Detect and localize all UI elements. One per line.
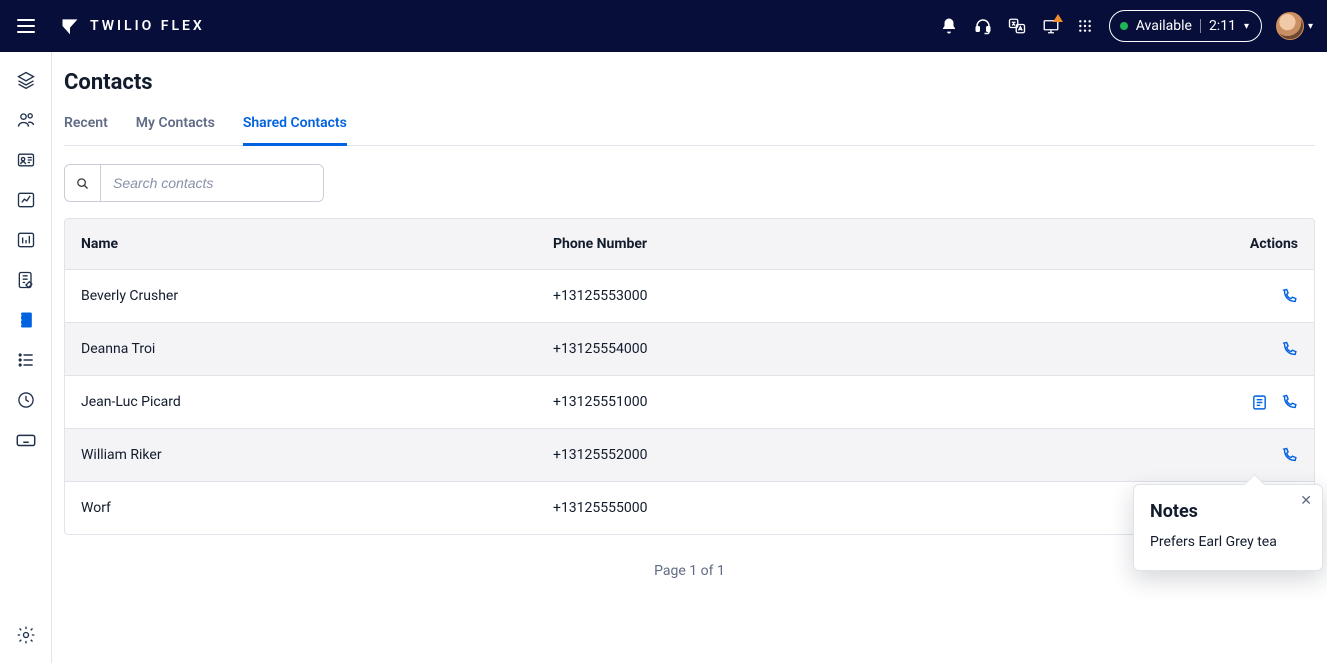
table-row: Worf +13125555000 (65, 481, 1314, 534)
table-row: Beverly Crusher +13125553000 (65, 269, 1314, 322)
translate-icon[interactable] (1007, 16, 1027, 36)
sidebar (0, 52, 52, 663)
user-menu[interactable]: ▾ (1276, 12, 1313, 40)
sidebar-item-keyboard[interactable] (12, 426, 40, 454)
sidebar-item-list[interactable] (12, 346, 40, 374)
column-header-actions: Actions (1178, 236, 1298, 252)
monitor-alert-icon[interactable] (1041, 16, 1061, 36)
topbar: TWILIO FLEX Available 2:11 ▾ ▾ (0, 0, 1327, 52)
table-row: Jean-Luc Picard +13125551000 (65, 375, 1314, 428)
chevron-down-icon: ▾ (1308, 21, 1313, 32)
tabs: Recent My Contacts Shared Contacts (64, 115, 1315, 146)
sidebar-item-layers[interactable] (12, 66, 40, 94)
tab-my-contacts[interactable]: My Contacts (136, 115, 215, 145)
cell-name: Worf (81, 500, 553, 516)
status-label: Available (1136, 18, 1192, 34)
status-timer: 2:11 (1209, 18, 1236, 34)
sidebar-item-history[interactable] (12, 386, 40, 414)
call-button[interactable] (1280, 287, 1298, 305)
popover-title: Notes (1150, 501, 1306, 522)
sidebar-item-contacts[interactable] (12, 306, 40, 334)
brand-logo: TWILIO FLEX (60, 16, 205, 36)
twilio-flex-icon (60, 16, 80, 36)
cell-phone: +13125553000 (553, 288, 1178, 304)
cell-name: William Riker (81, 447, 553, 463)
sidebar-item-reports[interactable] (12, 226, 40, 254)
search-input[interactable] (101, 165, 323, 201)
column-header-phone: Phone Number (553, 236, 1178, 252)
close-icon[interactable]: ✕ (1300, 493, 1312, 509)
tab-recent[interactable]: Recent (64, 115, 108, 145)
apps-grid-icon[interactable] (1075, 16, 1095, 36)
search-box (64, 164, 324, 202)
cell-phone: +13125552000 (553, 447, 1178, 463)
main-content: Contacts Recent My Contacts Shared Conta… (52, 52, 1327, 663)
sidebar-item-analytics[interactable] (12, 186, 40, 214)
cell-phone: +13125554000 (553, 341, 1178, 357)
sidebar-item-id-card[interactable] (12, 146, 40, 174)
status-dot-icon (1120, 22, 1128, 30)
cell-name: Beverly Crusher (81, 288, 553, 304)
popover-body: Prefers Earl Grey tea (1150, 534, 1306, 550)
contacts-table: Name Phone Number Actions Beverly Crushe… (64, 218, 1315, 535)
call-button[interactable] (1280, 446, 1298, 464)
sidebar-item-settings[interactable] (12, 621, 40, 649)
agent-status-selector[interactable]: Available 2:11 ▾ (1109, 10, 1262, 42)
table-header: Name Phone Number Actions (65, 219, 1314, 269)
tab-shared-contacts[interactable]: Shared Contacts (243, 115, 347, 146)
alert-badge-icon (1053, 14, 1063, 22)
notes-popover: ✕ Notes Prefers Earl Grey tea (1133, 484, 1323, 571)
menu-toggle[interactable] (14, 14, 38, 38)
headset-icon[interactable] (973, 16, 993, 36)
bell-icon[interactable] (939, 16, 959, 36)
sidebar-item-agents[interactable] (12, 106, 40, 134)
call-button[interactable] (1280, 340, 1298, 358)
cell-name: Jean-Luc Picard (81, 394, 553, 410)
cell-name: Deanna Troi (81, 341, 553, 357)
avatar (1276, 12, 1304, 40)
table-row: William Riker +13125552000 (65, 428, 1314, 481)
pagination-status: Page 1 of 1 (64, 563, 1315, 579)
call-button[interactable] (1280, 393, 1298, 411)
search-icon (65, 165, 101, 201)
chevron-down-icon: ▾ (1244, 21, 1249, 32)
brand-name: TWILIO FLEX (90, 18, 205, 34)
sidebar-item-edit-form[interactable] (12, 266, 40, 294)
table-row: Deanna Troi +13125554000 (65, 322, 1314, 375)
cell-phone: +13125551000 (553, 394, 1178, 410)
page-title: Contacts (64, 70, 1315, 95)
cell-phone: +13125555000 (553, 500, 1178, 516)
notes-button[interactable] (1250, 393, 1268, 411)
status-divider (1200, 19, 1201, 33)
column-header-name: Name (81, 236, 553, 252)
